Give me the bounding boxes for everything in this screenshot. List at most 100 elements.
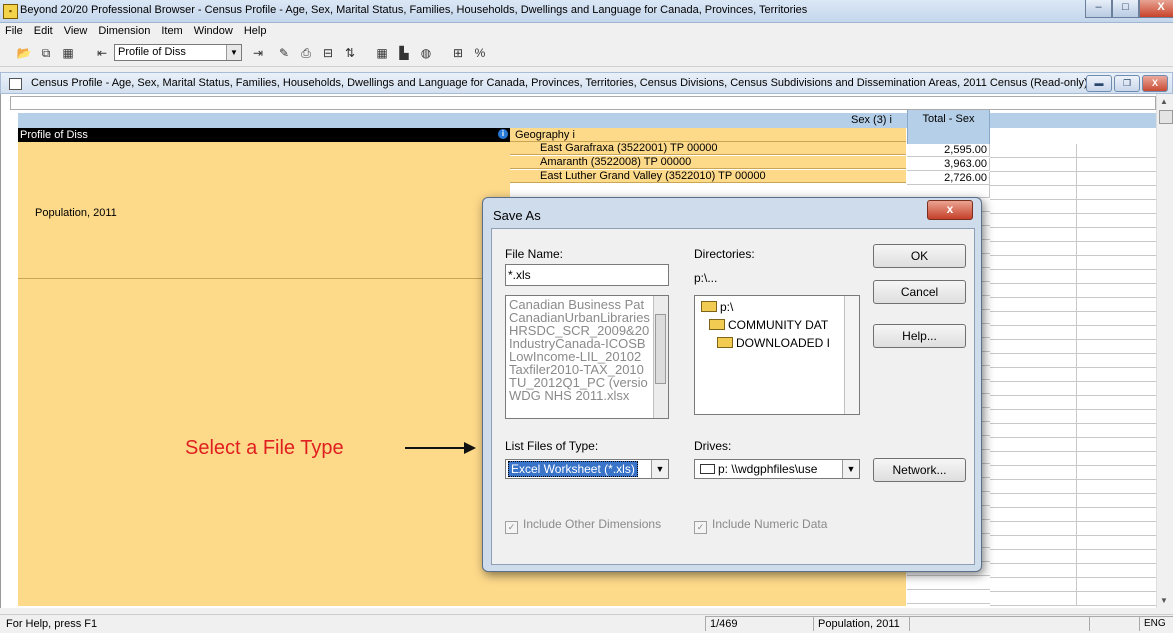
app-icon: ▪ [3, 4, 18, 19]
dimension-combo-value: Profile of Diss [118, 46, 186, 58]
scroll-down-icon[interactable]: ▼ [1160, 596, 1168, 605]
save-as-dialog: Save As x File Name: *.xls Canadian Busi… [482, 197, 982, 572]
open-icon[interactable]: 📂 [16, 45, 32, 61]
directories-label: Directories: [694, 247, 755, 261]
print-icon[interactable]: ⎙ [298, 45, 314, 61]
value-cell[interactable]: 2,726.00 [907, 172, 990, 185]
copy-icon[interactable]: ⧉ [38, 45, 54, 61]
directory-list[interactable]: p:\ COMMUNITY DAT DOWNLOADED I [694, 295, 860, 415]
calculate-icon[interactable]: ⊞ [450, 45, 466, 61]
list-type-label: List Files of Type: [505, 439, 599, 453]
annotation-arrow [405, 447, 467, 449]
preview-icon[interactable]: ⊟ [320, 45, 336, 61]
file-list[interactable]: Canadian Business Pat CanadianUrbanLibra… [505, 295, 669, 419]
chart-icon[interactable]: ▙ [396, 45, 412, 61]
menu-file[interactable]: File [0, 23, 29, 40]
help-button[interactable]: Help... [873, 324, 966, 348]
status-blank [909, 616, 1089, 631]
menu-item[interactable]: Item [156, 23, 188, 40]
document-title-bar: Census Profile - Age, Sex, Marital Statu… [0, 72, 1173, 94]
title-row [10, 96, 1156, 110]
table-view-icon[interactable]: ▦ [60, 45, 76, 61]
file-name-input[interactable]: *.xls [505, 264, 669, 286]
file-list-scrollbar[interactable] [653, 296, 668, 418]
geography-dimension-label: Geography [515, 129, 570, 141]
folder-open-icon [717, 337, 733, 348]
value-cell[interactable]: 2,595.00 [907, 144, 990, 157]
drive-value: p: \\wdgphfiles\use [718, 462, 818, 476]
file-type-select[interactable]: Excel Worksheet (*.xls) ▼ [505, 459, 669, 479]
dialog-close-button[interactable]: x [927, 200, 973, 220]
geography-row[interactable]: East Garafraxa (3522001) TP 00000 [510, 142, 906, 155]
list-item[interactable]: WDG NHS 2011.xlsx [506, 389, 668, 402]
chevron-down-icon[interactable]: ▼ [651, 460, 668, 478]
menu-help[interactable]: Help [239, 23, 273, 40]
network-button[interactable]: Network... [873, 458, 966, 482]
scroll-thumb[interactable] [655, 314, 666, 384]
dimension-forward-icon[interactable]: ⇥ [250, 45, 266, 61]
info-icon[interactable]: i [890, 114, 892, 126]
directory-name: DOWNLOADED I [736, 336, 831, 350]
menu-view[interactable]: View [59, 23, 94, 40]
directory-item[interactable]: DOWNLOADED I [695, 334, 859, 352]
window-controls: – □ X [1085, 0, 1173, 18]
cancel-button[interactable]: Cancel [873, 280, 966, 304]
grid-icon[interactable]: ▦ [374, 45, 390, 61]
document-restore-button[interactable]: ❐ [1114, 75, 1140, 92]
scroll-thumb[interactable] [1159, 110, 1173, 124]
ok-button[interactable]: OK [873, 244, 966, 268]
annotation-label: Select a File Type [185, 437, 344, 459]
status-language: ENG [1139, 616, 1173, 631]
checkbox-icon: ✓ [505, 521, 518, 534]
map-icon[interactable]: ◍ [418, 45, 434, 61]
include-other-dimensions-label: Include Other Dimensions [523, 517, 662, 531]
folder-open-icon [709, 319, 725, 330]
menu-edit[interactable]: Edit [29, 23, 59, 40]
column-item-header[interactable]: Total - Sex [907, 110, 990, 144]
pencil-icon[interactable]: ✎ [276, 45, 292, 61]
geography-dimension-header[interactable]: Geography i [510, 128, 906, 142]
chevron-down-icon[interactable]: ▼ [226, 45, 241, 60]
directory-list-scrollbar[interactable] [844, 296, 859, 414]
directory-item[interactable]: p:\ [695, 296, 859, 316]
menu-bar: File Edit View Dimension Item Window Hel… [0, 23, 1173, 40]
menu-dimension[interactable]: Dimension [93, 23, 156, 40]
drive-icon [700, 464, 715, 474]
dimension-back-icon[interactable]: ⇤ [94, 45, 110, 61]
annotation-arrow-head [464, 442, 476, 454]
geography-row[interactable]: East Luther Grand Valley (3522010) TP 00… [510, 170, 906, 183]
percent-icon[interactable]: % [472, 45, 488, 61]
column-dimension-header[interactable]: Sex (3) i [510, 113, 906, 128]
geography-row[interactable]: Amaranth (3522008) TP 00000 [510, 156, 906, 169]
list-item[interactable]: Canadian Business Pat [506, 296, 668, 311]
toolbar: 📂 ⧉ ▦ ⇤ Profile of Diss ▼ ⇥ ✎ ⎙ ⊟ ⇅ ▦ ▙ … [0, 40, 1173, 67]
minimize-button[interactable]: – [1085, 0, 1112, 18]
sort-icon[interactable]: ⇅ [342, 45, 358, 61]
close-button[interactable]: X [1139, 0, 1173, 18]
drive-select[interactable]: p: \\wdgphfiles\use ▼ [694, 459, 860, 479]
dimension-combo[interactable]: Profile of Diss ▼ [114, 44, 242, 61]
info-icon[interactable]: i [573, 129, 575, 141]
document-minimize-button[interactable]: ▬ [1086, 75, 1112, 92]
status-bar: For Help, press F1 1/469 Population, 201… [0, 614, 1173, 633]
row-item-label: Population, 2011 [35, 207, 117, 219]
document-close-button[interactable]: X [1142, 75, 1168, 92]
status-blank [1089, 616, 1139, 631]
column-dimension-label: Sex (3) [851, 114, 887, 126]
menu-window[interactable]: Window [189, 23, 239, 40]
value-cell[interactable]: 3,963.00 [907, 158, 990, 171]
directory-item[interactable]: COMMUNITY DAT [695, 316, 859, 334]
include-other-dimensions-checkbox[interactable]: ✓ Include Other Dimensions [505, 517, 661, 534]
scroll-up-icon[interactable]: ▲ [1160, 97, 1168, 106]
folder-open-icon [701, 301, 717, 312]
include-numeric-data-checkbox[interactable]: ✓ Include Numeric Data [694, 517, 827, 534]
info-icon[interactable]: i [498, 129, 508, 139]
chevron-down-icon[interactable]: ▼ [842, 460, 859, 478]
file-name-label: File Name: [505, 247, 564, 261]
row-dimension-header[interactable]: Profile of Diss i [18, 128, 510, 142]
maximize-button[interactable]: □ [1112, 0, 1139, 18]
document-window-controls: ▬ ❐ X [1086, 75, 1168, 92]
vertical-scrollbar[interactable]: ▲ ▼ [1156, 94, 1173, 608]
directory-name: COMMUNITY DAT [728, 318, 829, 332]
status-position: 1/469 [705, 616, 813, 631]
